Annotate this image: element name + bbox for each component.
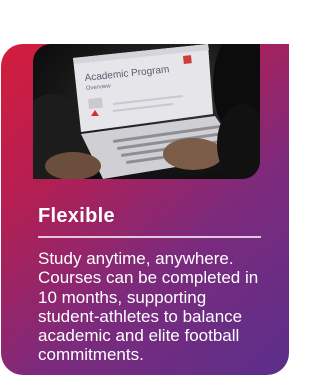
hand-left	[45, 152, 101, 179]
laptop-photo: Academic Program Overview	[33, 44, 260, 179]
feature-card: Academic Program Overview Flexible Study…	[1, 44, 289, 375]
hand-right	[163, 138, 223, 170]
laptop-illustration: Academic Program Overview	[33, 44, 260, 179]
title-divider	[38, 236, 261, 238]
laptop-screen: Academic Program Overview	[73, 44, 213, 132]
logo-icon	[183, 55, 192, 64]
card-title: Flexible	[38, 205, 115, 227]
card-description: Study anytime, anywhere. Courses can be …	[38, 249, 259, 365]
